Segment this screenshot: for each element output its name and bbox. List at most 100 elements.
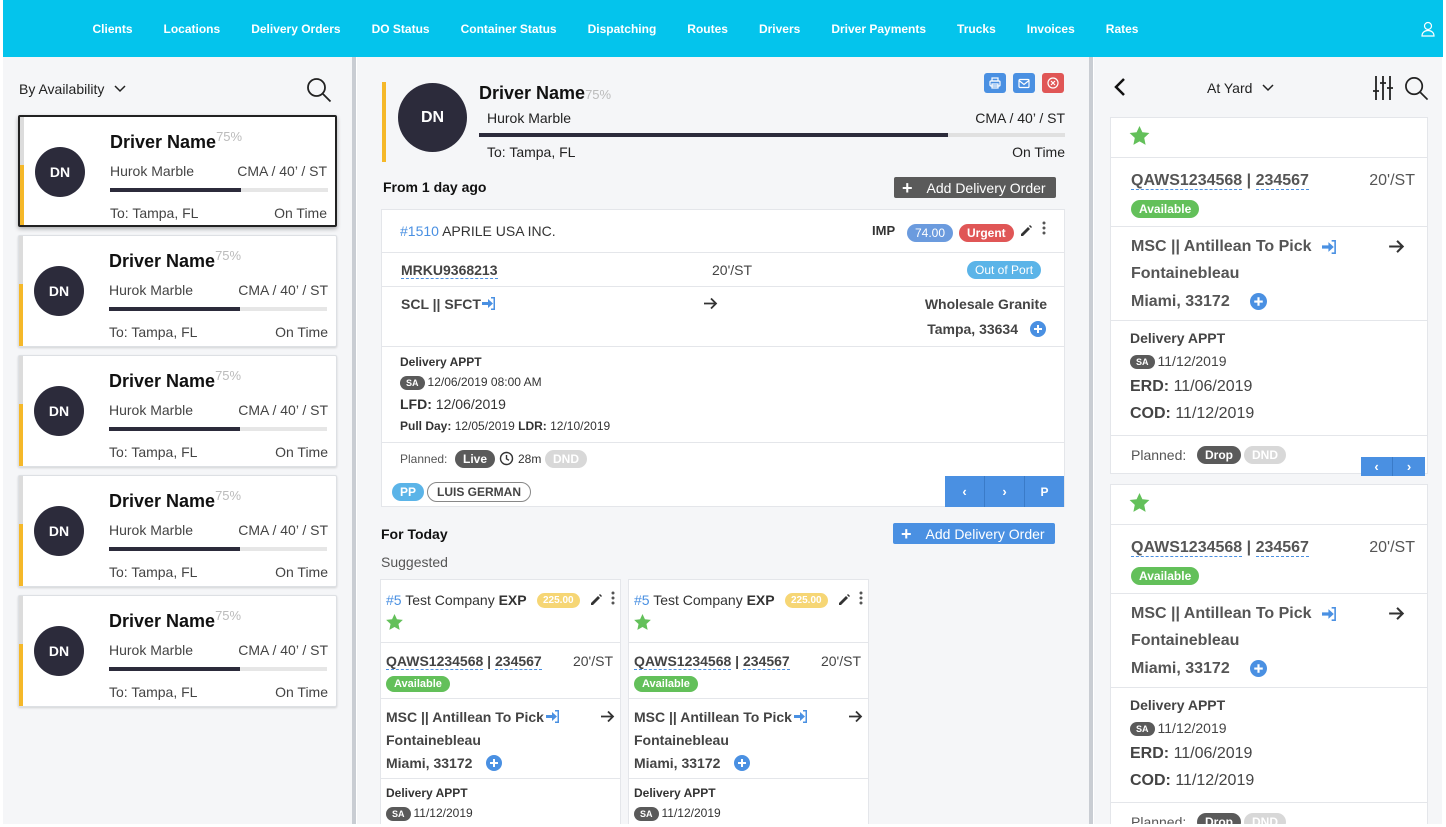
pane-divider-right[interactable] (1089, 57, 1093, 824)
driver-company: Hurok Marble (109, 282, 194, 298)
delivery-order-card[interactable]: #1510 APRILE USA INC. IMP 74.00 Urgent M… (381, 209, 1065, 507)
nav-container-status[interactable]: Container Status (445, 22, 572, 36)
container-number[interactable]: QAWS1234568 (1131, 172, 1243, 190)
edit-icon[interactable] (1019, 224, 1033, 238)
prev-button[interactable]: ‹ (1361, 457, 1393, 476)
driver-card[interactable]: DN Driver Name75% Hurok Marble CMA / 40’… (18, 475, 337, 587)
star-icon[interactable] (1129, 493, 1150, 512)
login-icon[interactable] (1322, 240, 1337, 254)
suggested-order-card[interactable]: #5 Test Company EXP 225.00 QAWS1234568 |… (380, 579, 621, 824)
suggested-order-card[interactable]: #5 Test Company EXP 225.00 QAWS1234568 |… (628, 579, 869, 824)
more-vertical-icon[interactable] (611, 591, 615, 605)
driver-progress (109, 547, 327, 551)
container-ref[interactable]: 234567 (1255, 539, 1309, 557)
edit-icon[interactable] (589, 593, 603, 607)
driver-percent: 75% (585, 87, 612, 102)
more-vertical-icon[interactable] (859, 591, 863, 605)
add-delivery-order-button[interactable]: + Add Delivery Order (894, 177, 1056, 198)
filter-sliders-icon[interactable] (1372, 75, 1394, 101)
container-number[interactable]: MRKU9368213 (401, 262, 498, 279)
driver-name-text: Driver Name (109, 491, 216, 511)
prev-button[interactable]: ‹ (945, 476, 985, 507)
yard-container-card[interactable]: QAWS1234568 | 234567 20'/ST Available MS… (1110, 117, 1428, 474)
assigned-driver-tag[interactable]: LUIS GERMAN (427, 482, 531, 502)
add-circle-icon[interactable] (486, 755, 502, 771)
user-icon[interactable] (1421, 21, 1435, 37)
star-icon[interactable] (1129, 126, 1150, 145)
nav-routes[interactable]: Routes (672, 22, 744, 36)
nav-rates[interactable]: Rates (1090, 22, 1154, 36)
nav-driver-payments[interactable]: Driver Payments (816, 22, 942, 36)
more-vertical-icon[interactable] (1042, 221, 1046, 235)
driver-destination: To: Tampa, FL (109, 444, 198, 460)
yard-filter[interactable]: At Yard (1207, 80, 1274, 96)
section-title-today: For Today (381, 526, 448, 542)
add-delivery-order-button[interactable]: + Add Delivery Order (893, 523, 1055, 544)
star-icon[interactable] (634, 614, 651, 630)
login-icon[interactable] (1322, 607, 1337, 621)
driver-card[interactable]: DN Driver Name75% Hurok Marble CMA / 40’… (18, 115, 337, 227)
close-button[interactable] (1042, 73, 1064, 93)
back-arrow-icon[interactable] (1114, 77, 1126, 97)
nav-locations[interactable]: Locations (148, 22, 236, 36)
star-icon[interactable] (386, 614, 403, 630)
email-button[interactable] (1013, 73, 1035, 93)
driver-name-text: Driver Name (109, 611, 216, 631)
container-ref[interactable]: 234567 (743, 653, 790, 670)
erd-date: 11/06/2019 (1173, 378, 1253, 395)
add-circle-icon[interactable] (1250, 293, 1267, 310)
order-header-row: #1510 APRILE USA INC. IMP 74.00 Urgent (382, 210, 1064, 253)
driver-name: Driver Name75% (109, 488, 241, 512)
driver-progress (109, 427, 327, 431)
driver-detail-pane: DN Driver Name75% Hurok Marble CMA / 40’… (357, 57, 1089, 824)
driver-status: On Time (274, 205, 327, 221)
container-number[interactable]: QAWS1234568 (634, 653, 732, 670)
driver-card[interactable]: DN Driver Name75% Hurok Marble CMA / 40’… (18, 595, 337, 707)
driver-name-text: Driver Name (479, 83, 586, 103)
lfd-label: LFD: (400, 396, 432, 412)
driver-card[interactable]: DN Driver Name75% Hurok Marble CMA / 40’… (18, 235, 337, 347)
add-circle-icon[interactable] (734, 755, 750, 771)
yard-container-card[interactable]: QAWS1234568 | 234567 20'/ST Available MS… (1110, 484, 1428, 824)
next-button[interactable]: › (1393, 457, 1425, 476)
pp-badge: PP (392, 483, 425, 501)
container-size: 20'/ST (1369, 172, 1415, 189)
cod-date: 11/12/2019 (1175, 772, 1255, 789)
search-icon[interactable] (306, 77, 332, 103)
nav-dispatching[interactable]: Dispatching (572, 22, 672, 36)
driver-card[interactable]: DN Driver Name75% Hurok Marble CMA / 40’… (18, 355, 337, 467)
container-size: 20'/ST (1369, 539, 1415, 556)
container-ref[interactable]: 234567 (1255, 172, 1309, 190)
availability-filter[interactable]: By Availability (19, 81, 126, 97)
add-circle-icon[interactable] (1250, 660, 1267, 677)
edit-icon[interactable] (837, 593, 851, 607)
p-button[interactable]: P (1025, 476, 1064, 507)
container-number[interactable]: QAWS1234568 (386, 653, 484, 670)
add-circle-icon[interactable] (1030, 321, 1046, 337)
nav-invoices[interactable]: Invoices (1011, 22, 1090, 36)
container-number[interactable]: QAWS1234568 (1131, 539, 1243, 557)
email-icon (1018, 78, 1030, 89)
chevron-down-icon (1262, 84, 1274, 92)
nav-drivers[interactable]: Drivers (743, 22, 815, 36)
order-number[interactable]: #5 (634, 592, 650, 608)
sa-badge: SA (386, 806, 411, 821)
nav-delivery-orders[interactable]: Delivery Orders (236, 22, 356, 36)
add-delivery-order-label: Add Delivery Order (926, 179, 1046, 196)
nav-do-status[interactable]: DO Status (356, 22, 445, 36)
login-icon[interactable] (482, 297, 496, 310)
container-ref[interactable]: 234567 (495, 653, 542, 670)
search-icon[interactable] (1404, 76, 1429, 101)
next-button[interactable]: › (985, 476, 1025, 507)
order-number[interactable]: #5 (386, 592, 402, 608)
available-badge: Available (634, 676, 698, 692)
print-button[interactable] (984, 73, 1006, 93)
login-icon[interactable] (794, 710, 808, 723)
login-icon[interactable] (546, 710, 560, 723)
erd-label: ERD: (1130, 378, 1170, 395)
order-number[interactable]: #1510 (400, 223, 439, 239)
driver-destination: To: Tampa, FL (487, 144, 576, 160)
pane-divider-left[interactable] (352, 57, 356, 824)
nav-trucks[interactable]: Trucks (942, 22, 1012, 36)
nav-clients[interactable]: Clients (77, 22, 148, 36)
